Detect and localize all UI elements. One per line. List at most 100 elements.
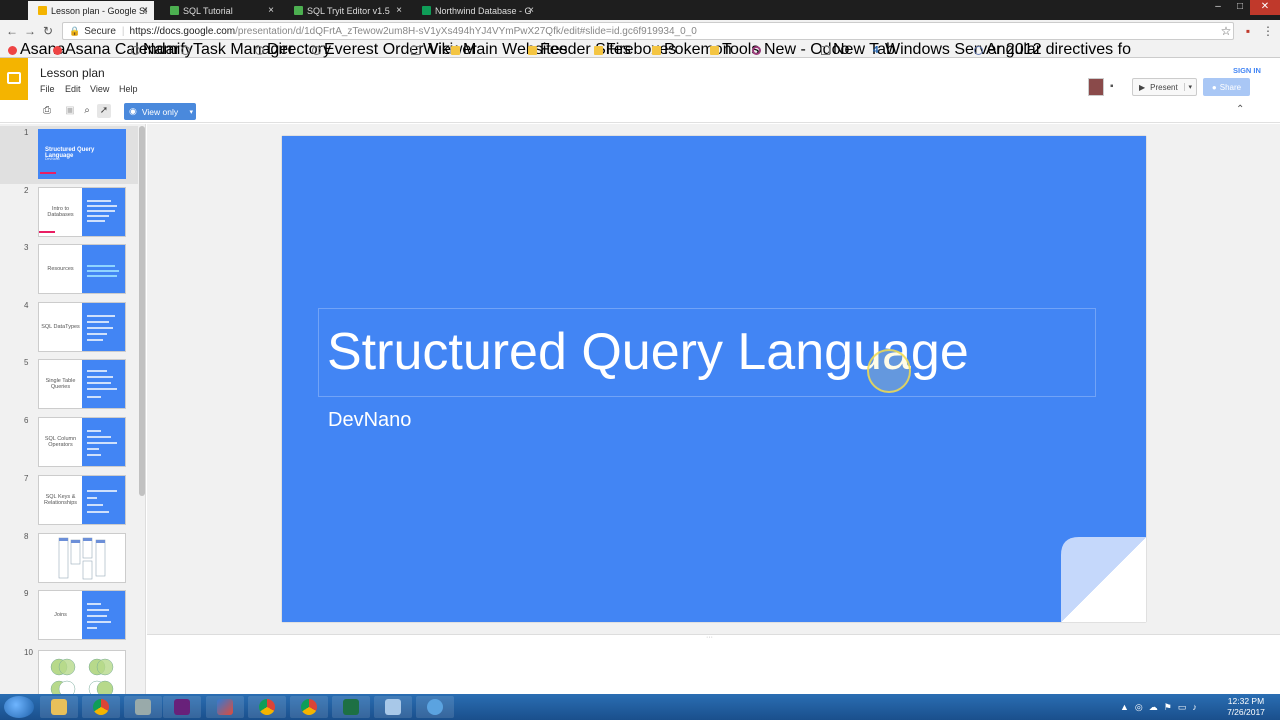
present-button[interactable]: ▶ Present ▾	[1132, 78, 1197, 96]
browser-tab-lesson-plan[interactable]: Lesson plan - Google Sl ×	[28, 1, 154, 20]
collapse-icon[interactable]: ⌃	[1236, 104, 1244, 115]
menu-view[interactable]: View	[90, 84, 109, 94]
slide-thumbnail-2[interactable]: Intro to Databases	[38, 187, 126, 237]
number-4-icon: 4	[873, 44, 879, 56]
close-icon[interactable]: ×	[396, 5, 402, 16]
taskbar-notepad[interactable]	[374, 696, 412, 718]
bookmark-wiki[interactable]: Wiki	[411, 41, 453, 58]
w3schools-icon	[294, 6, 303, 15]
close-icon[interactable]: ×	[142, 5, 148, 16]
slide-thumbnail-8[interactable]	[38, 533, 126, 583]
share-button[interactable]: ● Share	[1203, 78, 1250, 96]
thumb-title: SQL Keys & Relationships	[39, 476, 82, 524]
taskbar-excel[interactable]	[332, 696, 370, 718]
thumb-title: Intro to Databases	[39, 188, 82, 236]
close-icon[interactable]: ×	[528, 5, 534, 16]
google-slides-logo[interactable]	[0, 58, 28, 100]
taskbar-app[interactable]	[206, 696, 244, 718]
slide-thumbnail-4[interactable]: SQL DataTypes	[38, 302, 126, 352]
menu-file[interactable]: File	[40, 84, 55, 94]
page-curl-decoration	[1061, 537, 1146, 622]
google-slides-icon	[38, 6, 47, 15]
minimize-icon[interactable]: –	[1206, 0, 1230, 15]
tab-title: Northwind Database - G	[435, 5, 532, 16]
reload-icon[interactable]: ↻	[40, 23, 56, 39]
bookmark-label: Angular directives fo	[986, 41, 1131, 58]
slide-thumbnail-7[interactable]: SQL Keys & Relationships	[38, 475, 126, 525]
recorder-icon	[427, 699, 443, 715]
taskbar-chrome-3[interactable]	[290, 696, 328, 718]
avatar[interactable]	[1088, 78, 1104, 96]
network-icon[interactable]: ▭	[1178, 702, 1187, 713]
folder-icon	[51, 699, 67, 715]
bookmark-star-icon[interactable]: ☆	[1218, 23, 1234, 39]
close-icon[interactable]: ×	[268, 5, 274, 16]
url-input[interactable]: 🔒 Secure | https://docs.google.com/prese…	[62, 22, 1234, 40]
system-tray: ▲ ◎ ☁ ⚑ ▭ ♪	[1120, 696, 1197, 718]
browser-tab-sql-tutorial[interactable]: SQL Tutorial ×	[160, 1, 280, 20]
comment-icon[interactable]: ▪	[1110, 81, 1122, 93]
tables-diagram-thumbnail	[58, 537, 106, 580]
secure-label: Secure	[84, 25, 116, 37]
tray-expand-icon[interactable]: ▲	[1120, 702, 1129, 712]
menu-edit[interactable]: Edit	[65, 84, 81, 94]
extension-icon[interactable]: ▪	[1240, 23, 1256, 39]
slide-thumbnail-10[interactable]	[38, 650, 126, 694]
back-icon[interactable]: ←	[4, 23, 20, 39]
play-icon: ▶	[1139, 82, 1146, 92]
forward-icon[interactable]: →	[22, 23, 38, 39]
mouse-cursor-highlight	[867, 349, 911, 393]
clock-time: 12:32 PM	[1227, 696, 1265, 706]
sign-in-link[interactable]: SIGN IN	[1233, 66, 1261, 75]
slide-thumbnail-9[interactable]: Joins	[38, 590, 126, 640]
zoom-fit-icon[interactable]: ▣	[63, 104, 77, 118]
slide-thumbnail-1[interactable]: Structured Query Language DevNano	[38, 129, 126, 179]
taskbar-tools[interactable]	[124, 696, 162, 718]
chrome-menu-icon[interactable]: ⋮	[1260, 23, 1276, 39]
asana-icon	[8, 45, 17, 55]
bookmark-angular[interactable]: Angular directives fo	[974, 41, 1131, 58]
select-cursor-icon[interactable]: ➚	[97, 104, 111, 118]
taskbar-explorer[interactable]	[40, 696, 78, 718]
browser-tab-sql-tryit[interactable]: SQL Tryit Editor v1.5 ×	[284, 1, 408, 20]
maximize-icon[interactable]: □	[1228, 0, 1252, 15]
chrome-icon	[259, 699, 275, 715]
view-only-button[interactable]: ◉ View only ▾	[124, 103, 196, 120]
slides-logo-icon	[7, 72, 21, 84]
thumb-title: Joins	[39, 591, 82, 639]
odoo-icon	[752, 45, 761, 55]
eye-icon: ◉	[129, 106, 137, 116]
volume-icon[interactable]: ♪	[1192, 702, 1197, 712]
folder-icon	[528, 45, 537, 55]
tray-app-icon[interactable]: ◎	[1135, 702, 1143, 713]
resize-handle[interactable]: ···	[706, 634, 713, 641]
menu-help[interactable]: Help	[119, 84, 138, 94]
tab-title: SQL Tutorial	[183, 5, 233, 16]
start-button[interactable]	[4, 696, 34, 718]
tab-title: SQL Tryit Editor v1.5	[307, 5, 390, 16]
slide-thumbnail-5[interactable]: Single Table Queries	[38, 359, 126, 409]
document-title[interactable]: Lesson plan	[40, 66, 105, 80]
taskbar-visual-studio[interactable]	[163, 696, 201, 718]
zoom-icon[interactable]: ⌕	[80, 104, 94, 118]
window-close-icon[interactable]: ✕	[1250, 0, 1280, 15]
browser-tab-northwind[interactable]: Northwind Database - G ×	[412, 1, 540, 20]
slide-number: 8	[24, 532, 29, 541]
slide-thumbnail-6[interactable]: SQL Column Operators	[38, 417, 126, 467]
chrome-icon	[301, 699, 317, 715]
slide-thumbnail-3[interactable]: Resources	[38, 244, 126, 294]
angular-icon	[974, 45, 983, 55]
taskbar-chrome[interactable]	[82, 696, 120, 718]
cloud-icon[interactable]: ☁	[1149, 702, 1158, 713]
print-icon[interactable]: ⎙	[40, 104, 54, 118]
taskbar-recorder[interactable]	[416, 696, 454, 718]
taskbar-chrome-2[interactable]	[248, 696, 286, 718]
taskbar-clock[interactable]: 12:32 PM 7/26/2017	[1222, 696, 1270, 718]
w3schools-icon	[170, 6, 179, 15]
folder-icon	[594, 45, 603, 55]
filmstrip-scrollbar[interactable]	[139, 126, 145, 496]
chevron-down-icon[interactable]: ▾	[1184, 83, 1192, 91]
flag-icon[interactable]: ⚑	[1164, 702, 1172, 713]
folder-icon	[710, 45, 719, 55]
share-label: Share	[1219, 82, 1242, 92]
